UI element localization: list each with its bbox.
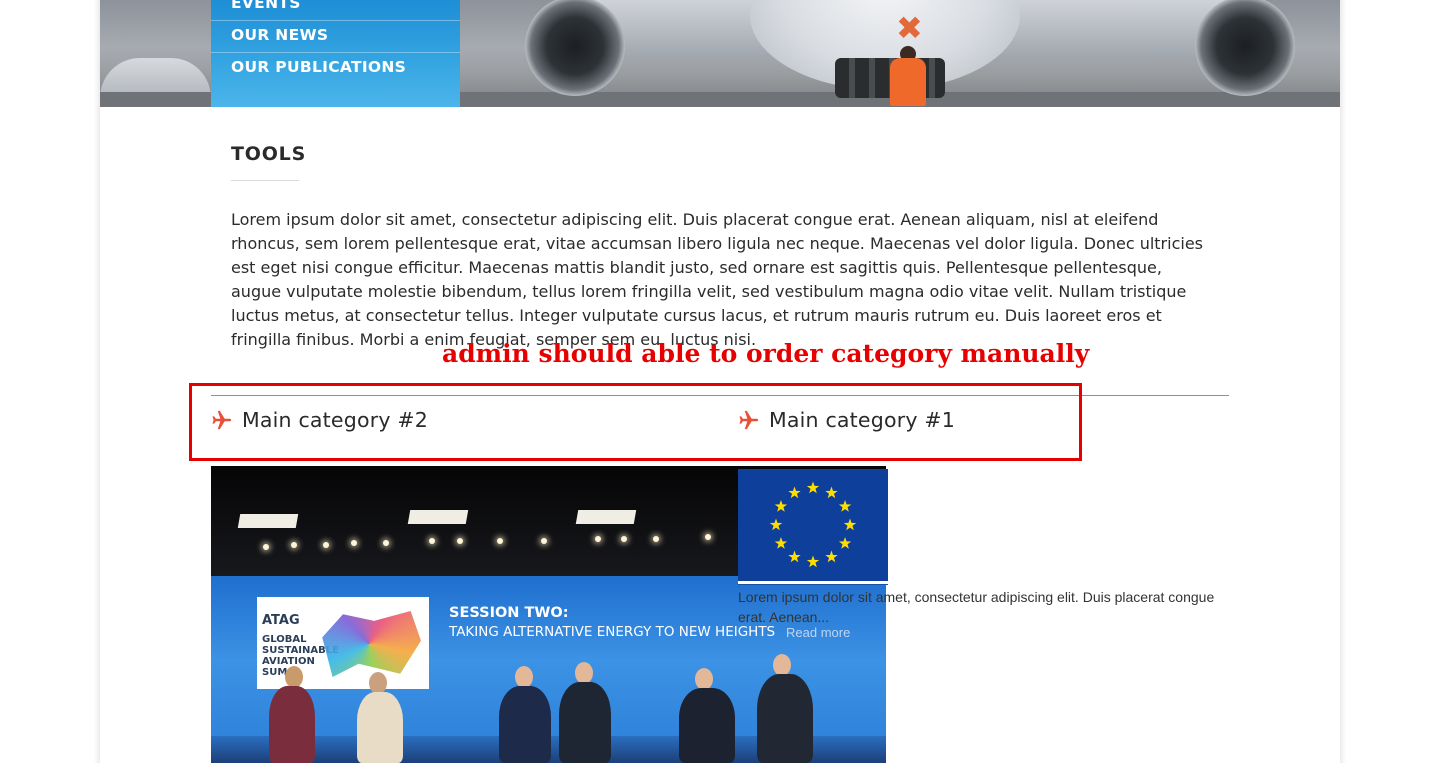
post-excerpt: Lorem ipsum dolor sit amet, consectetur … [738,589,1215,625]
photo-spotlight [595,536,601,542]
photo-spotlight [429,538,435,544]
photo-spotlight [621,536,627,542]
eu-star [825,550,838,563]
photo-world-mosaic [322,611,421,677]
eu-star [806,481,820,494]
read-more-link[interactable]: Read more [786,625,850,640]
annotation-note: admin should able to order category manu… [442,339,1090,368]
hero-x-marker: ✖ [896,9,923,47]
eu-star [788,550,801,563]
hero-engine-right [1195,0,1295,96]
photo-session-title: SESSION TWO: [449,605,569,621]
photo-panelist [679,688,735,763]
photo-spotlight [541,538,547,544]
eu-star [774,500,788,512]
photo-panelist-head [773,654,791,676]
nav-item-our-news[interactable]: OUR NEWS [231,26,451,44]
eu-star [838,500,852,512]
photo-ceiling-light [407,510,469,524]
eu-star [843,518,857,531]
nav-item-our-publications[interactable]: OUR PUBLICATIONS [231,58,451,76]
title-underline [231,180,299,181]
photo-ceiling-light [575,510,637,524]
photo-spotlight [383,540,389,546]
photo-panelist [357,692,403,763]
photo-spotlight [497,538,503,544]
photo-panelist [269,686,315,763]
hero-worker [890,58,926,106]
hero-nav-menu: EVENTS OUR NEWS OUR PUBLICATIONS [211,0,460,107]
photo-panelist [757,674,813,763]
photo-spotlight [457,538,463,544]
photo-panelist [559,682,611,763]
photo-session-subtitle: TAKING ALTERNATIVE ENERGY TO NEW HEIGHTS [449,624,776,640]
eu-image-bottom-strip [738,581,888,585]
eu-star [788,486,801,499]
eu-flag-image[interactable] [738,469,888,581]
photo-spotlight [351,540,357,546]
nav-separator [211,20,460,21]
eu-star [825,486,838,499]
page-shadow-left [94,0,100,763]
nav-separator [211,52,460,53]
photo-panelist-head [515,666,533,688]
photo-spotlight [705,534,711,540]
nav-item-events[interactable]: EVENTS [231,0,451,12]
eu-star [806,555,820,568]
intro-paragraph: Lorem ipsum dolor sit amet, consectetur … [231,210,1203,349]
eu-star [838,537,852,549]
photo-panelist-head [285,666,303,688]
photo-panelist-head [369,672,387,694]
hero-engine-left [525,0,625,96]
photo-ceiling-light [237,514,299,528]
photo-summit-logo: ATAG GLOBAL SUSTAINABLE AVIATION SUM [257,597,429,689]
photo-logo-text: ATAG [262,613,300,628]
photo-panelist [499,686,551,763]
photo-panelist-head [575,662,593,684]
annotation-highlight-box [189,383,1082,461]
page-shadow-right [1340,0,1346,763]
photo-spotlight [263,544,269,550]
eu-star [769,518,783,531]
photo-spotlight [291,542,297,548]
page-title: TOOLS [231,143,307,165]
eu-flag-stars [769,481,857,568]
eu-star [774,537,788,549]
photo-panelist-head [695,668,713,690]
photo-spotlight [653,536,659,542]
photo-spotlight [323,542,329,548]
